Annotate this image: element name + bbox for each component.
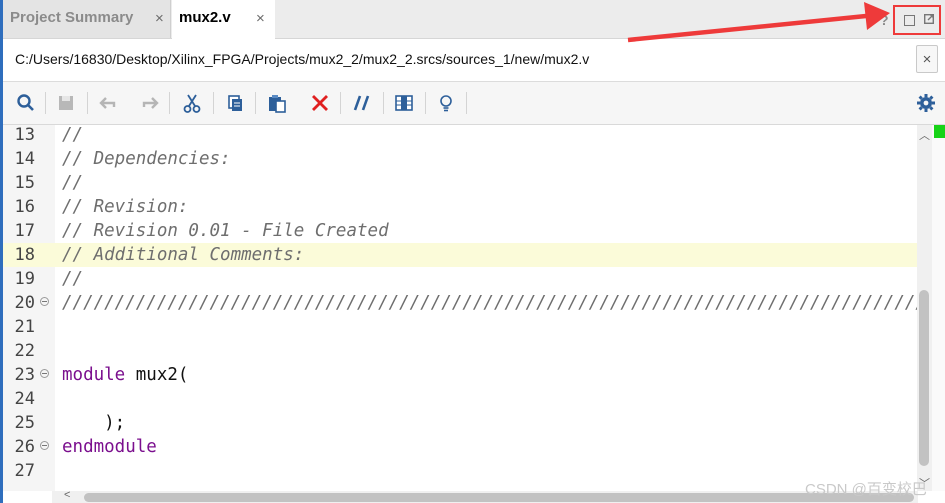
line-number: 23	[14, 365, 35, 385]
code-line[interactable]: 25 );	[3, 411, 917, 435]
file-path: C:/Users/16830/Desktop/Xilinx_FPGA/Proje…	[15, 51, 590, 67]
code-text: //	[62, 171, 83, 195]
code-line[interactable]: 13 //	[3, 125, 917, 147]
line-number: 13	[14, 125, 35, 145]
code-text: //	[62, 267, 83, 291]
toolbar-separator	[425, 92, 426, 114]
comment-text: // Revision 0.01 - File Created	[62, 221, 389, 241]
overview-ruler	[932, 125, 945, 491]
toolbar-separator	[255, 92, 256, 114]
line-number: 21	[14, 317, 35, 337]
line-number: 22	[14, 341, 35, 361]
status-marker	[934, 125, 945, 138]
code-line[interactable]: 18 // Additional Comments:	[3, 243, 917, 267]
code-editor[interactable]: 13 // 14 // Dependencies: 15 // 16 // Revision:…	[3, 125, 917, 491]
code-text: // Revision 0.01 - File Created	[62, 219, 389, 243]
scroll-left-icon[interactable]: <	[64, 489, 70, 501]
tab-label: mux2.v	[179, 9, 231, 26]
keyword: endmodule	[62, 437, 157, 457]
comment-text: //	[62, 125, 84, 145]
code-text: ////////////////////////////////////////…	[62, 291, 917, 315]
vertical-scroll-thumb[interactable]	[919, 290, 929, 466]
code-line[interactable]: 15 //	[3, 171, 917, 195]
code-text: module mux2(	[62, 363, 188, 387]
comment-toggle-icon[interactable]	[351, 92, 373, 114]
line-number: 15	[14, 173, 35, 193]
comment-text: //	[62, 173, 84, 193]
fold-toggle-icon[interactable]	[40, 297, 49, 306]
line-number: 14	[14, 149, 35, 169]
comment-text: // Revision:	[62, 197, 189, 217]
comment-text: // Additional Comments:	[62, 245, 305, 265]
tab-close-icon[interactable]: ×	[155, 10, 164, 27]
toolbar-separator	[169, 92, 170, 114]
annotation-arrow-icon	[627, 2, 890, 43]
annotation-highlight-box	[893, 5, 941, 35]
toolbar-separator	[87, 92, 88, 114]
tab-mux2-v[interactable]: mux2.v ×	[172, 0, 275, 39]
toolbar-separator	[213, 92, 214, 114]
comment-text: //	[62, 269, 84, 289]
horizontal-scroll-thumb[interactable]	[84, 493, 914, 502]
code-line[interactable]: 22	[3, 339, 917, 363]
code-line[interactable]: 26 endmodule	[3, 435, 917, 459]
tab-close-icon[interactable]: ×	[256, 10, 265, 27]
watermark: CSDN @百变校巴	[805, 481, 927, 498]
line-number: 24	[14, 389, 35, 409]
code-line[interactable]: 16 // Revision:	[3, 195, 917, 219]
keyword: module	[62, 365, 126, 385]
code-text: // Additional Comments:	[62, 243, 304, 267]
code-line[interactable]: 17 // Revision 0.01 - File Created	[3, 219, 917, 243]
copy-icon[interactable]	[224, 92, 246, 114]
line-number: 17	[14, 221, 35, 241]
line-number: 18	[14, 245, 35, 265]
fold-toggle-icon[interactable]	[40, 441, 49, 450]
lightbulb-icon[interactable]	[435, 92, 457, 114]
code-text: endmodule	[62, 435, 157, 459]
code-line[interactable]: 27	[3, 459, 917, 483]
code-line[interactable]: 14 // Dependencies:	[3, 147, 917, 171]
code-token: mux2(	[125, 365, 189, 385]
settings-gear-icon[interactable]	[915, 92, 937, 114]
comment-text: // Dependencies:	[62, 149, 231, 169]
editor-toolbar	[3, 82, 945, 125]
code-text: //	[62, 125, 83, 147]
fold-toggle-icon[interactable]	[40, 369, 49, 378]
line-number: 26	[14, 437, 35, 457]
toolbar-separator	[466, 92, 467, 114]
tab-label: Project Summary	[10, 9, 134, 26]
comment-text: ////////////////////////////////////////…	[62, 293, 917, 313]
column-select-icon[interactable]	[393, 92, 415, 114]
code-line[interactable]: 21	[3, 315, 917, 339]
path-close-button[interactable]: ×	[916, 45, 938, 73]
cut-icon[interactable]	[181, 92, 203, 114]
code-line[interactable]: 19 //	[3, 267, 917, 291]
code-text: // Revision:	[62, 195, 188, 219]
paste-icon[interactable]	[266, 92, 288, 114]
line-number: 20	[14, 293, 35, 313]
scroll-up-icon[interactable]: ︿	[919, 127, 930, 143]
code-line[interactable]: 24	[3, 387, 917, 411]
toolbar-separator	[340, 92, 341, 114]
vertical-scrollbar[interactable]: ︿ ﹀	[917, 125, 932, 491]
delete-icon[interactable]	[309, 92, 331, 114]
toolbar-separator	[383, 92, 384, 114]
search-icon[interactable]	[15, 92, 37, 114]
horizontal-scrollbar[interactable]: <	[52, 489, 918, 503]
save-icon[interactable]	[55, 92, 77, 114]
line-number: 16	[14, 197, 35, 217]
tab-project-summary[interactable]: Project Summary ×	[3, 0, 171, 38]
code-text: );	[62, 411, 125, 435]
undo-icon[interactable]	[97, 92, 119, 114]
code-token: );	[62, 413, 126, 433]
redo-icon[interactable]	[139, 92, 161, 114]
toolbar-separator	[45, 92, 46, 114]
line-number: 27	[14, 461, 35, 481]
code-line[interactable]: 23 module mux2(	[3, 363, 917, 387]
code-text: // Dependencies:	[62, 147, 231, 171]
line-number: 25	[14, 413, 35, 433]
code-line[interactable]: 20 //////////////////////////////////////…	[3, 291, 917, 315]
line-number: 19	[14, 269, 35, 289]
